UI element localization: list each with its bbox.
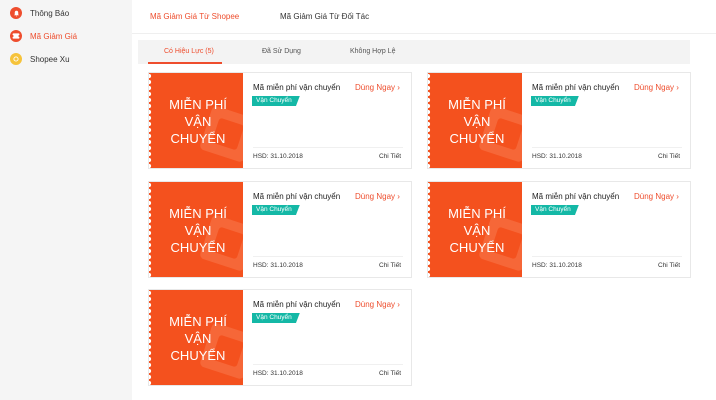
voucher-card: MIỄN PHÍ VẬN CHUYỂN Mã miễn phí vận chuyể… [148, 181, 412, 278]
chevron-right-icon: › [674, 192, 679, 201]
chevron-right-icon: › [674, 83, 679, 92]
voucher-status-tabs: Có Hiệu Lực (5) Đã Sử Dụng Không Hợp Lệ [138, 40, 690, 64]
sidebar-item-label: Thông Báo [30, 8, 70, 18]
category-badge: Vận Chuyển [252, 205, 300, 215]
use-now-label: Dùng Ngay [355, 83, 396, 92]
voucher-banner-text: MIỄN PHÍ VẬN CHUYỂN [169, 206, 227, 255]
voucher-card: MIỄN PHÍ VẬN CHUYỂN Mã miễn phí vận chuyể… [148, 289, 412, 386]
voucher-title: Mã miễn phí vận chuyển [532, 83, 620, 92]
chevron-right-icon: › [395, 300, 400, 309]
voucher-banner: MIỄN PHÍ VẬN CHUYỂN [149, 73, 243, 168]
sidebar-item-vouchers[interactable]: Mã Giảm Giá [10, 27, 77, 45]
sidebar-item-notifications[interactable]: Thông Báo [10, 4, 69, 22]
category-badge: Vận Chuyển [531, 205, 579, 215]
voucher-title: Mã miễn phí vận chuyển [253, 300, 341, 309]
voucher-title: Mã miễn phí vận chuyển [253, 83, 341, 92]
use-now-label: Dùng Ngay [634, 83, 675, 92]
voucher-card: MIỄN PHÍ VẬN CHUYỂN Mã miễn phí vận chuyể… [148, 72, 412, 169]
expiry-date: HSD: 31.10.2018 [532, 262, 582, 269]
tab-invalid[interactable]: Không Hợp Lệ [350, 48, 395, 55]
divider [532, 256, 682, 257]
use-now-button[interactable]: Dùng Ngay › [355, 192, 400, 201]
use-now-label: Dùng Ngay [355, 192, 396, 201]
voucher-banner-text: MIỄN PHÍ VẬN CHUYỂN [169, 97, 227, 146]
use-now-label: Dùng Ngay [355, 300, 396, 309]
chevron-right-icon: › [395, 83, 400, 92]
details-link[interactable]: Chi Tiết [658, 153, 680, 160]
sidebar-item-label: Mã Giảm Giá [30, 31, 78, 41]
tab-shopee-vouchers[interactable]: Mã Giảm Giá Từ Shopee [150, 12, 239, 21]
tab-used[interactable]: Đã Sử Dụng [262, 48, 301, 55]
use-now-button[interactable]: Dùng Ngay › [355, 83, 400, 92]
voucher-title: Mã miễn phí vận chuyển [532, 192, 620, 201]
details-link[interactable]: Chi Tiết [379, 153, 401, 160]
divider [253, 147, 403, 148]
voucher-card: MIỄN PHÍ VẬN CHUYỂN Mã miễn phí vận chuyể… [427, 181, 691, 278]
voucher-banner: MIỄN PHÍ VẬN CHUYỂN [428, 73, 522, 168]
divider [253, 364, 403, 365]
voucher-banner: MIỄN PHÍ VẬN CHUYỂN [428, 182, 522, 277]
details-link[interactable]: Chi Tiết [379, 262, 401, 269]
voucher-banner-text: MIỄN PHÍ VẬN CHUYỂN [448, 97, 506, 146]
expiry-date: HSD: 31.10.2018 [532, 153, 582, 160]
use-now-button[interactable]: Dùng Ngay › [634, 192, 679, 201]
tab-valid[interactable]: Có Hiệu Lực (5) [164, 48, 214, 55]
voucher-banner: MIỄN PHÍ VẬN CHUYỂN [149, 182, 243, 277]
bell-icon [10, 7, 22, 19]
voucher-icon [10, 30, 22, 42]
voucher-banner-text: MIỄN PHÍ VẬN CHUYỂN [169, 314, 227, 363]
voucher-banner: MIỄN PHÍ VẬN CHUYỂN [149, 290, 243, 385]
chevron-right-icon: › [395, 192, 400, 201]
coin-icon [10, 53, 22, 65]
use-now-button[interactable]: Dùng Ngay › [355, 300, 400, 309]
tab-partner-vouchers[interactable]: Mã Giảm Giá Từ Đối Tác [280, 12, 369, 21]
voucher-source-tabs: Mã Giảm Giá Từ Shopee Mã Giảm Giá Từ Đối… [132, 0, 716, 34]
expiry-date: HSD: 31.10.2018 [253, 153, 303, 160]
active-tab-indicator [148, 62, 222, 64]
sidebar-item-label: Shopee Xu [30, 54, 70, 64]
voucher-card: MIỄN PHÍ VẬN CHUYỂN Mã miễn phí vận chuyể… [427, 72, 691, 169]
divider [253, 256, 403, 257]
voucher-banner-text: MIỄN PHÍ VẬN CHUYỂN [448, 206, 506, 255]
category-badge: Vận Chuyển [252, 96, 300, 106]
divider [532, 147, 682, 148]
use-now-button[interactable]: Dùng Ngay › [634, 83, 679, 92]
voucher-title: Mã miễn phí vận chuyển [253, 192, 341, 201]
category-badge: Vận Chuyển [252, 313, 300, 323]
expiry-date: HSD: 31.10.2018 [253, 262, 303, 269]
use-now-label: Dùng Ngay [634, 192, 675, 201]
sidebar: Thông Báo Mã Giảm Giá Shopee Xu [0, 0, 132, 400]
sidebar-item-shopee-coins[interactable]: Shopee Xu [10, 50, 70, 68]
category-badge: Vận Chuyển [531, 96, 579, 106]
expiry-date: HSD: 31.10.2018 [253, 370, 303, 377]
details-link[interactable]: Chi Tiết [658, 262, 680, 269]
main-panel: Mã Giảm Giá Từ Shopee Mã Giảm Giá Từ Đối… [132, 0, 716, 400]
details-link[interactable]: Chi Tiết [379, 370, 401, 377]
